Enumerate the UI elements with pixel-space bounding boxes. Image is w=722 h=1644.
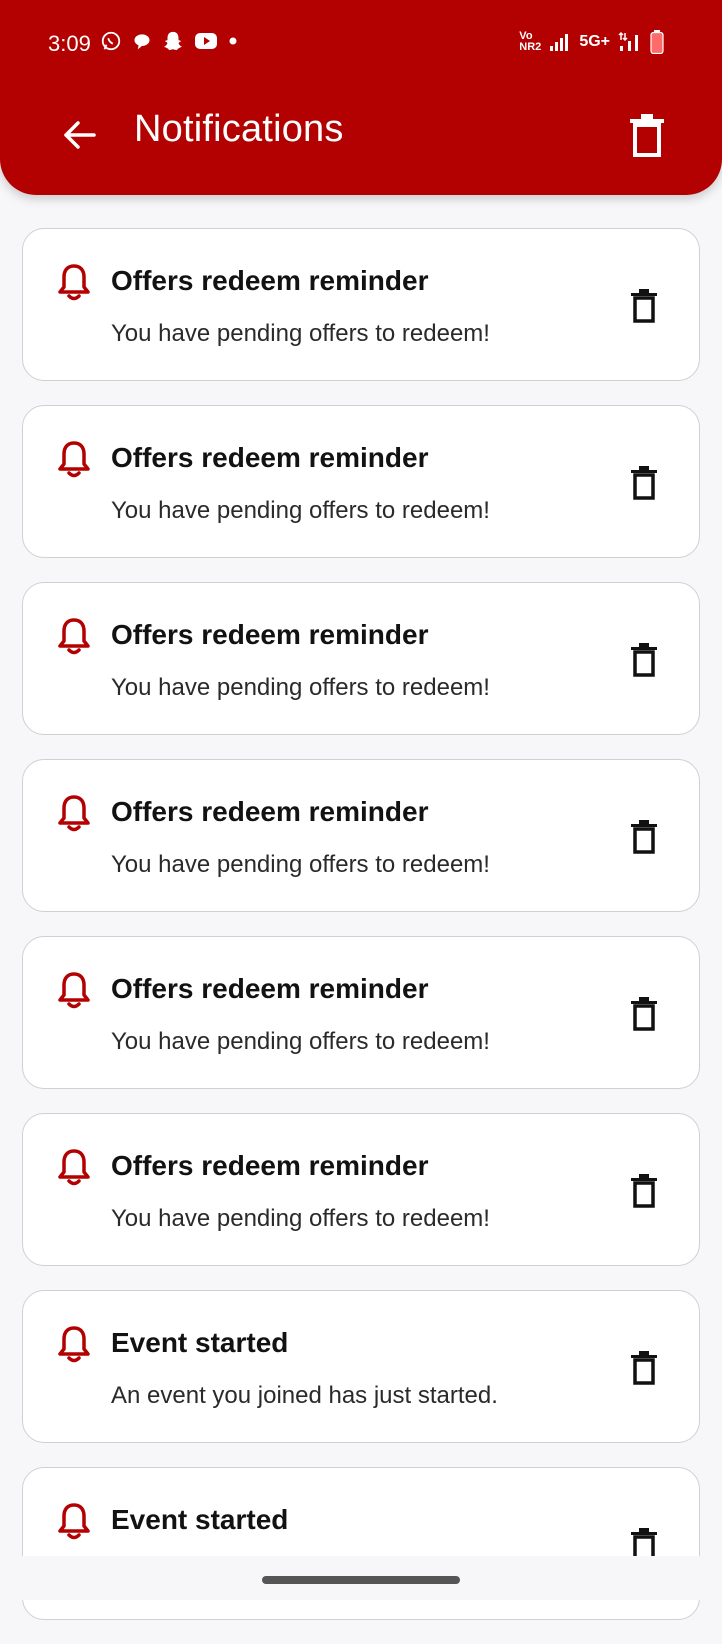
delete-notification-button[interactable]: [629, 643, 659, 677]
dot-icon: [229, 37, 237, 45]
bell-icon: [58, 441, 90, 478]
youtube-icon: [195, 33, 217, 49]
network-type: 5G+: [579, 33, 610, 50]
volte-bottom-text: NR2: [519, 41, 542, 53]
delete-notification-button[interactable]: [629, 1174, 659, 1208]
status-icons-left: [100, 30, 238, 52]
back-button[interactable]: [60, 115, 100, 155]
chat-icon: [134, 34, 150, 50]
app-bar: 3:09 Vo NR2 5G+ Notifications: [0, 0, 722, 195]
notification-title: Offers redeem reminder: [111, 265, 429, 296]
signal-data-icon: [618, 31, 638, 51]
status-icons-right: Vo NR2 5G+: [519, 30, 664, 54]
notification-title: Offers redeem reminder: [111, 619, 429, 650]
bell-icon: [58, 618, 90, 655]
delete-notification-button[interactable]: [629, 820, 659, 854]
notification-body: You have pending offers to redeem!: [111, 320, 490, 347]
bell-icon: [58, 972, 90, 1009]
notification-title: Event started: [111, 1327, 289, 1358]
notification-title: Offers redeem reminder: [111, 973, 429, 1004]
volte-indicator: Vo NR2: [519, 31, 541, 53]
notification-card[interactable]: Offers redeem reminder You have pending …: [22, 1113, 700, 1266]
notification-body: An event you joined has just started.: [111, 1382, 498, 1409]
whatsapp-icon: [101, 31, 121, 51]
status-time: 3:09: [48, 31, 91, 56]
notification-card[interactable]: Offers redeem reminder You have pending …: [22, 759, 700, 912]
bell-icon: [58, 1326, 90, 1363]
snapchat-icon: [163, 31, 183, 51]
delete-notification-button[interactable]: [629, 1351, 659, 1385]
delete-notification-button[interactable]: [629, 289, 659, 323]
notification-title: Offers redeem reminder: [111, 796, 429, 827]
notification-card[interactable]: Offers redeem reminder You have pending …: [22, 582, 700, 735]
bell-icon: [58, 795, 90, 832]
status-bar: 3:09 Vo NR2 5G+: [0, 0, 722, 88]
delete-notification-button[interactable]: [629, 466, 659, 500]
page-title: Notifications: [134, 108, 344, 150]
notification-body: You have pending offers to redeem!: [111, 851, 490, 878]
notification-title: Event started: [111, 1504, 289, 1535]
delete-all-button[interactable]: [628, 113, 666, 157]
notification-body: You have pending offers to redeem!: [111, 1028, 490, 1055]
notification-card[interactable]: Offers redeem reminder You have pending …: [22, 405, 700, 558]
delete-notification-button[interactable]: [629, 997, 659, 1031]
battery-icon: [650, 30, 664, 54]
notification-body: You have pending offers to redeem!: [111, 1205, 490, 1232]
home-gesture-handle[interactable]: [262, 1576, 460, 1584]
bell-icon: [58, 264, 90, 301]
notification-title: Offers redeem reminder: [111, 1150, 429, 1181]
bell-icon: [58, 1149, 90, 1186]
notification-card[interactable]: Offers redeem reminder You have pending …: [22, 228, 700, 381]
notification-list: Offers redeem reminder You have pending …: [22, 228, 700, 1644]
notification-card[interactable]: Event started An event you joined has ju…: [22, 1290, 700, 1443]
bell-icon: [58, 1503, 90, 1540]
signal-icon: [550, 34, 569, 51]
notification-title: Offers redeem reminder: [111, 442, 429, 473]
notification-card[interactable]: Offers redeem reminder You have pending …: [22, 936, 700, 1089]
notification-body: You have pending offers to redeem!: [111, 497, 490, 524]
notification-body: You have pending offers to redeem!: [111, 674, 490, 701]
